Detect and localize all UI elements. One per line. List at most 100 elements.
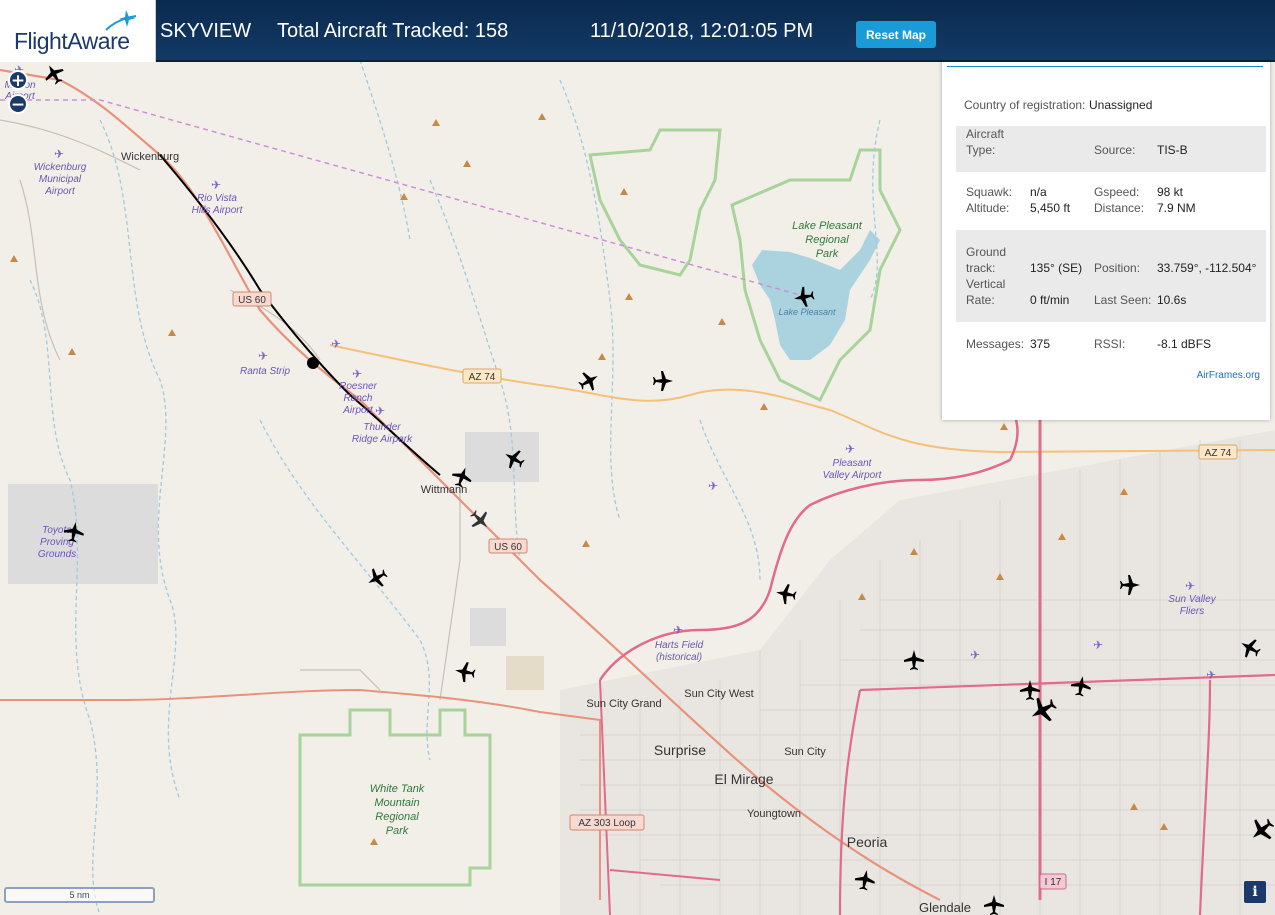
az-303-shield: AZ 303 Loop bbox=[578, 818, 636, 829]
flightaware-logo[interactable]: FlightAware bbox=[0, 0, 156, 62]
svg-text:✈: ✈ bbox=[375, 404, 385, 418]
rssi-label: RSSI: bbox=[1094, 337, 1126, 351]
svg-text:Roesner: Roesner bbox=[339, 381, 377, 392]
altitude-value: 5,450 ft bbox=[1030, 201, 1071, 215]
gspeed-value: 98 kt bbox=[1157, 185, 1184, 199]
svg-text:Lake Pleasant: Lake Pleasant bbox=[778, 307, 836, 317]
ground-track-value: 135° (SE) bbox=[1030, 261, 1083, 275]
messages-value: 375 bbox=[1030, 337, 1051, 351]
vertical-rate-label: Vertical bbox=[966, 277, 1006, 291]
svg-text:El Mirage: El Mirage bbox=[714, 771, 773, 787]
svg-text:Sun Valley: Sun Valley bbox=[1168, 594, 1216, 605]
svg-text:Airport: Airport bbox=[44, 186, 76, 197]
ground-track-label: Ground bbox=[966, 245, 1007, 259]
aircraft-type-label: Type: bbox=[966, 143, 996, 157]
svg-text:(historical): (historical) bbox=[656, 652, 702, 663]
reset-map-button[interactable]: Reset Map bbox=[856, 21, 936, 48]
type-source-row: Aircraft Type: Source: TIS-B bbox=[956, 126, 1266, 172]
svg-text:Pleasant: Pleasant bbox=[833, 458, 873, 469]
vertical-rate-label: Rate: bbox=[966, 293, 995, 307]
svg-text:Grounds: Grounds bbox=[38, 549, 76, 560]
svg-text:Ridge Airpark: Ridge Airpark bbox=[352, 434, 413, 445]
svg-text:✈: ✈ bbox=[673, 623, 683, 637]
aircraft-type-label: Aircraft bbox=[966, 127, 1005, 141]
rssi-value: -8.1 dBFS bbox=[1157, 337, 1212, 351]
svg-text:Sun City: Sun City bbox=[784, 746, 826, 758]
source-label: Source: bbox=[1094, 143, 1136, 157]
messages-label: Messages: bbox=[966, 337, 1025, 351]
svg-text:Wickenburg: Wickenburg bbox=[34, 162, 87, 173]
altitude-label: Altitude: bbox=[966, 201, 1010, 215]
az-74-shield: AZ 74 bbox=[469, 372, 496, 383]
track-row: Ground track: 135° (SE) Position: 33.759… bbox=[956, 230, 1266, 322]
divider bbox=[947, 66, 1263, 67]
source-value: TIS-B bbox=[1157, 143, 1188, 157]
svg-text:Sun City Grand: Sun City Grand bbox=[586, 698, 661, 710]
svg-text:Valley Airport: Valley Airport bbox=[823, 470, 883, 481]
svg-text:Airport: Airport bbox=[342, 405, 374, 416]
squawk-row: Squawk: n/a Gspeed: 98 kt Altitude: 5,45… bbox=[956, 184, 1266, 220]
svg-text:✈: ✈ bbox=[970, 648, 980, 662]
svg-text:✈: ✈ bbox=[1206, 668, 1216, 682]
svg-text:Glendale: Glendale bbox=[919, 900, 971, 915]
svg-text:Peoria: Peoria bbox=[847, 834, 888, 850]
airframes-link[interactable]: AirFrames.org bbox=[1197, 370, 1260, 381]
aircraft-count: Total Aircraft Tracked: 158 bbox=[277, 20, 509, 42]
az-74-shield: AZ 74 bbox=[1205, 448, 1232, 459]
last-seen-value: 10.6s bbox=[1157, 293, 1187, 307]
svg-text:Thunder: Thunder bbox=[363, 422, 401, 433]
country-label: Country of registration: bbox=[964, 98, 1086, 112]
svg-text:Mountain: Mountain bbox=[374, 797, 419, 809]
scale-bar: 5 nm bbox=[4, 887, 155, 903]
svg-text:✈: ✈ bbox=[211, 178, 221, 192]
zoom-out-button[interactable]: − bbox=[8, 94, 28, 115]
svg-text:Regional: Regional bbox=[805, 234, 849, 246]
wickenburg-label: Wickenburg bbox=[121, 151, 179, 163]
country-value: Unassigned bbox=[1089, 98, 1153, 112]
svg-text:Hills Airport: Hills Airport bbox=[192, 205, 244, 216]
map-view[interactable]: ✈ ✈ ✈ ✈ ✈ ✈ ✈ ✈ ✈ ✈ ✈ ✈ ✈ ✈ US 60 AZ 74 bbox=[0, 62, 1275, 915]
skyview-app: ✈ ✈ ✈ ✈ ✈ ✈ ✈ ✈ ✈ ✈ ✈ ✈ ✈ ✈ US 60 AZ 74 bbox=[0, 0, 1275, 915]
squawk-label: Squawk: bbox=[966, 185, 1013, 199]
country-row: Country of registration: Unassigned bbox=[956, 96, 1266, 114]
distance-label: Distance: bbox=[1094, 201, 1145, 215]
svg-text:✈: ✈ bbox=[1093, 638, 1103, 652]
logo-plane-icon bbox=[105, 10, 137, 31]
gspeed-label: Gspeed: bbox=[1094, 185, 1140, 199]
app-title: SKYVIEW bbox=[160, 20, 252, 42]
svg-text:✈: ✈ bbox=[331, 337, 341, 351]
aircraft-info-panel: ~268603 Country of registration: Unassig… bbox=[942, 62, 1270, 420]
svg-text:Harts Field: Harts Field bbox=[655, 640, 704, 651]
svg-text:Surprise: Surprise bbox=[654, 742, 706, 758]
svg-text:✈: ✈ bbox=[352, 367, 362, 381]
last-seen-label: Last Seen: bbox=[1094, 293, 1152, 307]
svg-text:Sun City West: Sun City West bbox=[684, 688, 754, 700]
grey-area bbox=[506, 656, 544, 690]
svg-text:Ranta Strip: Ranta Strip bbox=[240, 366, 290, 377]
info-button[interactable]: i bbox=[1244, 881, 1266, 903]
svg-text:Fliers: Fliers bbox=[1180, 606, 1204, 617]
svg-text:Youngtown: Youngtown bbox=[747, 808, 801, 820]
svg-text:Lake Pleasant: Lake Pleasant bbox=[792, 220, 863, 232]
us-60-shield: US 60 bbox=[238, 295, 266, 306]
svg-text:Proving: Proving bbox=[40, 537, 74, 548]
svg-text:Rio Vista: Rio Vista bbox=[197, 193, 237, 204]
svg-text:Municipal: Municipal bbox=[39, 174, 82, 185]
svg-text:✈: ✈ bbox=[54, 147, 64, 161]
distance-value: 7.9 NM bbox=[1157, 201, 1196, 215]
svg-text:White Tank: White Tank bbox=[370, 783, 425, 795]
svg-text:✈: ✈ bbox=[845, 442, 855, 456]
zoom-in-button[interactable]: + bbox=[8, 70, 28, 91]
svg-text:✈: ✈ bbox=[708, 479, 718, 493]
datetime: 11/10/2018, 12:01:05 PM bbox=[590, 20, 814, 42]
svg-text:Park: Park bbox=[386, 825, 409, 837]
selected-aircraft-position[interactable] bbox=[307, 357, 319, 369]
grey-area bbox=[465, 432, 539, 482]
messages-row: Messages: 375 RSSI: -8.1 dBFS bbox=[956, 336, 1266, 354]
header-bar: FlightAware SKYVIEW Total Aircraft Track… bbox=[0, 0, 1275, 62]
scale-label: 5 nm bbox=[69, 890, 90, 900]
svg-text:Ranch: Ranch bbox=[344, 393, 373, 404]
svg-text:Park: Park bbox=[816, 248, 839, 260]
us-60-shield: US 60 bbox=[494, 542, 522, 553]
i-17-shield: I 17 bbox=[1045, 877, 1062, 888]
